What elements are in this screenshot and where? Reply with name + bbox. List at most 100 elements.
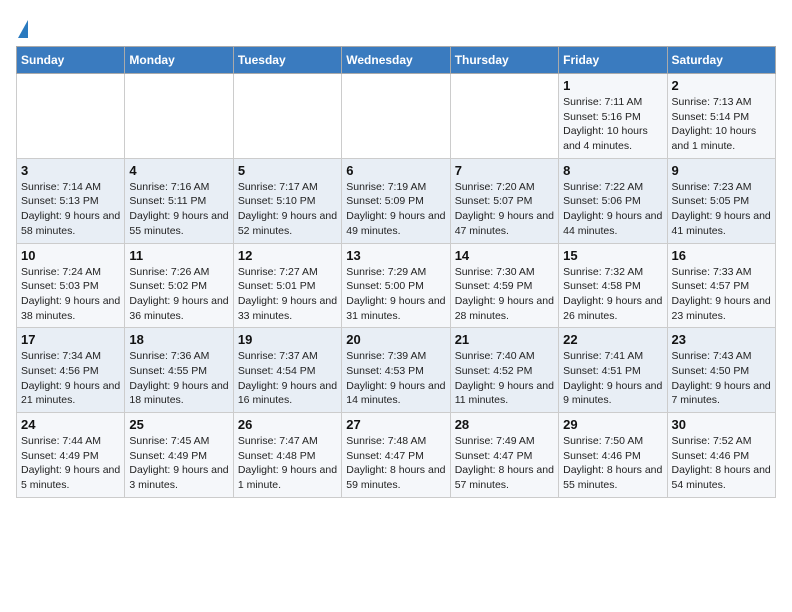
day-info: Sunrise: 7:39 AMSunset: 4:53 PMDaylight:… [346,349,445,408]
logo-triangle-icon [18,20,28,38]
day-number: 22 [563,332,662,347]
calendar-cell: 11Sunrise: 7:26 AMSunset: 5:02 PMDayligh… [125,243,233,328]
calendar-cell: 12 Sunrise: 7:27 AMSunset: 5:01 PMDayligh… [233,243,341,328]
day-number: 21 [455,332,554,347]
day-number: 24 [21,417,120,432]
calendar-cell: 6 Sunrise: 7:19 AMSunset: 5:09 PMDaylight… [342,158,450,243]
day-info: Sunrise: 7:19 AMSunset: 5:09 PMDaylight:… [346,180,445,239]
day-info: Sunrise: 7:27 AMSunset: 5:01 PMDaylight:… [238,265,337,324]
day-info: Sunrise: 7:26 AMSunset: 5:02 PMDaylight:… [129,265,228,324]
day-info: Sunrise: 7:20 AMSunset: 5:07 PMDaylight:… [455,180,554,239]
day-number: 4 [129,163,228,178]
day-info: Sunrise: 7:33 AMSunset: 4:57 PMDaylight:… [672,265,771,324]
calendar-cell: 10Sunrise: 7:24 AMSunset: 5:03 PMDayligh… [17,243,125,328]
day-header-wednesday: Wednesday [342,47,450,74]
calendar-cell: 9 Sunrise: 7:23 AMSunset: 5:05 PMDaylight… [667,158,775,243]
calendar-cell [125,74,233,159]
calendar-cell: 17 Sunrise: 7:34 AMSunset: 4:56 PMDayligh… [17,328,125,413]
day-number: 12 [238,248,337,263]
calendar-cell: 4 Sunrise: 7:16 AMSunset: 5:11 PMDaylight… [125,158,233,243]
calendar-cell: 26 Sunrise: 7:47 AMSunset: 4:48 PMDayligh… [233,413,341,498]
week-row-1: 3 Sunrise: 7:14 AMSunset: 5:13 PMDaylight… [17,158,776,243]
day-info: Sunrise: 7:14 AMSunset: 5:13 PMDaylight:… [21,180,120,239]
day-number: 15 [563,248,662,263]
calendar-cell: 28Sunrise: 7:49 AMSunset: 4:47 PMDayligh… [450,413,558,498]
day-number: 2 [672,78,771,93]
logo [16,16,28,38]
day-header-sunday: Sunday [17,47,125,74]
calendar-cell: 18Sunrise: 7:36 AMSunset: 4:55 PMDayligh… [125,328,233,413]
day-info: Sunrise: 7:52 AMSunset: 4:46 PMDaylight:… [672,434,771,493]
day-info: Sunrise: 7:16 AMSunset: 5:11 PMDaylight:… [129,180,228,239]
calendar-cell: 16 Sunrise: 7:33 AMSunset: 4:57 PMDayligh… [667,243,775,328]
calendar-cell [450,74,558,159]
day-info: Sunrise: 7:47 AMSunset: 4:48 PMDaylight:… [238,434,337,493]
day-number: 18 [129,332,228,347]
day-info: Sunrise: 7:40 AMSunset: 4:52 PMDaylight:… [455,349,554,408]
day-number: 26 [238,417,337,432]
day-number: 20 [346,332,445,347]
week-row-2: 10Sunrise: 7:24 AMSunset: 5:03 PMDayligh… [17,243,776,328]
day-number: 8 [563,163,662,178]
day-header-monday: Monday [125,47,233,74]
calendar-cell [233,74,341,159]
day-info: Sunrise: 7:34 AMSunset: 4:56 PMDaylight:… [21,349,120,408]
week-row-4: 24 Sunrise: 7:44 AMSunset: 4:49 PMDayligh… [17,413,776,498]
day-info: Sunrise: 7:49 AMSunset: 4:47 PMDaylight:… [455,434,554,493]
day-info: Sunrise: 7:50 AMSunset: 4:46 PMDaylight:… [563,434,662,493]
day-number: 10 [21,248,120,263]
week-row-3: 17 Sunrise: 7:34 AMSunset: 4:56 PMDayligh… [17,328,776,413]
calendar-cell: 19Sunrise: 7:37 AMSunset: 4:54 PMDayligh… [233,328,341,413]
logo-text [16,20,28,38]
day-info: Sunrise: 7:43 AMSunset: 4:50 PMDaylight:… [672,349,771,408]
calendar-cell: 21 Sunrise: 7:40 AMSunset: 4:52 PMDayligh… [450,328,558,413]
day-info: Sunrise: 7:11 AMSunset: 5:16 PMDaylight:… [563,95,662,154]
header-row: SundayMondayTuesdayWednesdayThursdayFrid… [17,47,776,74]
day-info: Sunrise: 7:17 AMSunset: 5:10 PMDaylight:… [238,180,337,239]
day-info: Sunrise: 7:29 AMSunset: 5:00 PMDaylight:… [346,265,445,324]
calendar-cell: 30Sunrise: 7:52 AMSunset: 4:46 PMDayligh… [667,413,775,498]
day-info: Sunrise: 7:23 AMSunset: 5:05 PMDaylight:… [672,180,771,239]
day-info: Sunrise: 7:13 AMSunset: 5:14 PMDaylight:… [672,95,771,154]
day-number: 17 [21,332,120,347]
day-number: 6 [346,163,445,178]
day-number: 23 [672,332,771,347]
day-info: Sunrise: 7:44 AMSunset: 4:49 PMDaylight:… [21,434,120,493]
calendar-cell: 3 Sunrise: 7:14 AMSunset: 5:13 PMDaylight… [17,158,125,243]
calendar-cell: 29 Sunrise: 7:50 AMSunset: 4:46 PMDayligh… [559,413,667,498]
day-header-friday: Friday [559,47,667,74]
calendar-cell: 8 Sunrise: 7:22 AMSunset: 5:06 PMDaylight… [559,158,667,243]
day-number: 25 [129,417,228,432]
day-number: 5 [238,163,337,178]
calendar-cell: 5 Sunrise: 7:17 AMSunset: 5:10 PMDaylight… [233,158,341,243]
calendar-cell [342,74,450,159]
day-number: 27 [346,417,445,432]
day-info: Sunrise: 7:30 AMSunset: 4:59 PMDaylight:… [455,265,554,324]
calendar-cell: 24 Sunrise: 7:44 AMSunset: 4:49 PMDayligh… [17,413,125,498]
day-number: 3 [21,163,120,178]
calendar-cell: 2 Sunrise: 7:13 AMSunset: 5:14 PMDaylight… [667,74,775,159]
calendar-cell: 1 Sunrise: 7:11 AMSunset: 5:16 PMDaylight… [559,74,667,159]
day-number: 7 [455,163,554,178]
day-number: 29 [563,417,662,432]
day-info: Sunrise: 7:37 AMSunset: 4:54 PMDaylight:… [238,349,337,408]
day-number: 13 [346,248,445,263]
calendar-table: SundayMondayTuesdayWednesdayThursdayFrid… [16,46,776,498]
calendar-cell: 23 Sunrise: 7:43 AMSunset: 4:50 PMDayligh… [667,328,775,413]
day-number: 14 [455,248,554,263]
calendar-cell [17,74,125,159]
day-header-saturday: Saturday [667,47,775,74]
week-row-0: 1 Sunrise: 7:11 AMSunset: 5:16 PMDaylight… [17,74,776,159]
day-info: Sunrise: 7:22 AMSunset: 5:06 PMDaylight:… [563,180,662,239]
calendar-cell: 25 Sunrise: 7:45 AMSunset: 4:49 PMDayligh… [125,413,233,498]
day-header-tuesday: Tuesday [233,47,341,74]
day-number: 9 [672,163,771,178]
day-info: Sunrise: 7:48 AMSunset: 4:47 PMDaylight:… [346,434,445,493]
day-number: 16 [672,248,771,263]
calendar-cell: 27 Sunrise: 7:48 AMSunset: 4:47 PMDayligh… [342,413,450,498]
day-info: Sunrise: 7:45 AMSunset: 4:49 PMDaylight:… [129,434,228,493]
calendar-cell: 7 Sunrise: 7:20 AMSunset: 5:07 PMDaylight… [450,158,558,243]
day-number: 1 [563,78,662,93]
day-info: Sunrise: 7:32 AMSunset: 4:58 PMDaylight:… [563,265,662,324]
calendar-cell: 15 Sunrise: 7:32 AMSunset: 4:58 PMDayligh… [559,243,667,328]
